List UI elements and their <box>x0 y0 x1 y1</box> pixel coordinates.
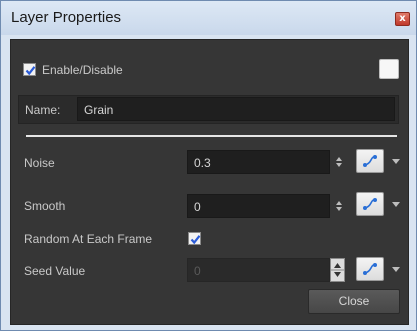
title-bar[interactable]: Layer Properties x <box>1 1 416 35</box>
spin-arrows-icon <box>331 263 344 277</box>
function-curve-icon <box>363 155 377 167</box>
checkmark-icon <box>25 66 36 76</box>
close-button[interactable]: Close <box>308 289 400 314</box>
seed-value-function-button[interactable] <box>356 257 384 281</box>
noise-spinner[interactable] <box>334 155 344 169</box>
smooth-function-button[interactable] <box>356 192 384 216</box>
random-each-frame-label: Random At Each Frame <box>24 232 153 246</box>
random-each-frame-checkbox[interactable] <box>188 232 201 245</box>
seed-value-label: Seed Value <box>24 264 86 278</box>
function-curve-icon <box>363 263 377 275</box>
layer-color-swatch[interactable] <box>379 59 399 79</box>
noise-input[interactable]: 0.3 <box>187 150 330 174</box>
smooth-label: Smooth <box>24 199 66 213</box>
function-curve-icon <box>363 198 377 210</box>
close-icon[interactable]: x <box>395 12 410 26</box>
separator <box>26 135 397 137</box>
smooth-input[interactable]: 0 <box>187 194 330 218</box>
noise-dropdown-arrow[interactable] <box>392 159 400 164</box>
noise-function-button[interactable] <box>356 149 384 173</box>
seed-value-dropdown-arrow[interactable] <box>392 267 400 272</box>
smooth-dropdown-arrow[interactable] <box>392 202 400 207</box>
enable-checkbox[interactable] <box>23 63 36 76</box>
name-input[interactable]: Grain <box>77 97 395 121</box>
enable-label: Enable/Disable <box>42 63 123 77</box>
name-label: Name: <box>25 103 61 117</box>
dialog-title: Layer Properties <box>11 9 122 26</box>
dialog-content <box>10 39 409 325</box>
smooth-spinner[interactable] <box>334 199 344 213</box>
checkmark-icon <box>190 235 201 245</box>
noise-label: Noise <box>24 156 55 170</box>
seed-value-spinner[interactable] <box>330 258 345 282</box>
layer-properties-dialog: Layer Properties x Enable/Disable Name: … <box>0 0 417 331</box>
seed-value-input[interactable]: 0 <box>187 258 330 282</box>
